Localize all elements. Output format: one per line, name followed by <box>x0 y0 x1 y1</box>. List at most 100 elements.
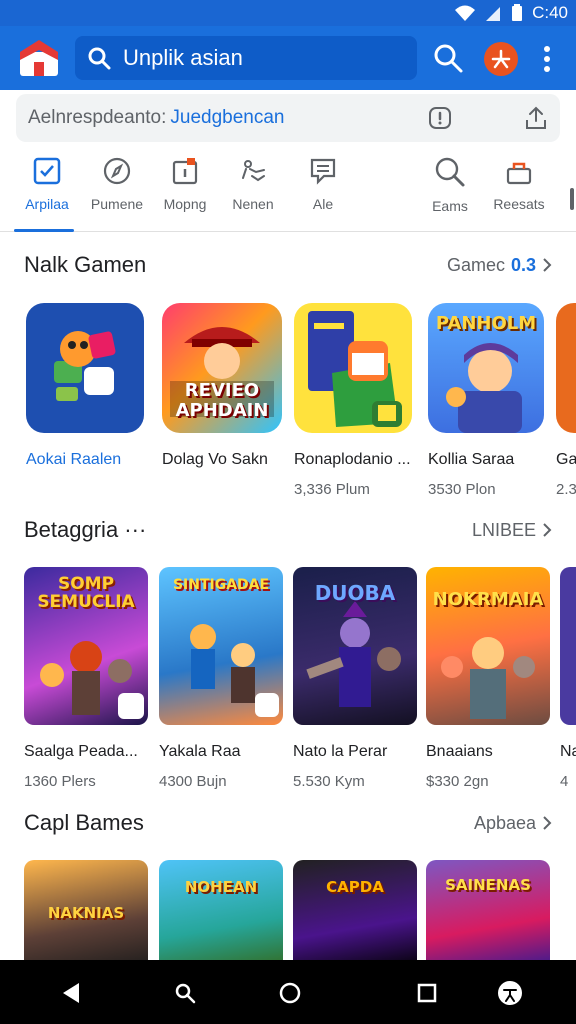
app-card[interactable]: DUOBA Nato la Perar 5.530 Kym <box>293 567 417 790</box>
app-name: Nato la Perar <box>293 743 388 760</box>
section-link-label: Apbaea <box>473 812 536 833</box>
tab-route[interactable]: Nenen <box>218 150 288 232</box>
square-icon <box>417 983 437 1003</box>
section-more-link[interactable]: Gamec 0.3 <box>447 255 552 276</box>
section-header: Betaggria ··· LNIBEE <box>24 515 552 545</box>
share-icon[interactable] <box>522 104 550 132</box>
tab-label: Pumene <box>90 196 144 212</box>
tab-bag[interactable]: Reesats <box>484 150 554 232</box>
calendar-icon <box>172 158 198 185</box>
document-icon <box>310 158 336 185</box>
game-cover-title: NOKRMAIA <box>432 589 544 610</box>
app-card[interactable]: SAINENAS <box>426 860 550 960</box>
section-title: Capl Bames <box>24 810 144 835</box>
game-cover: NOKRMAIA <box>426 567 550 725</box>
search-button-icon[interactable] <box>432 42 464 74</box>
tab-compass[interactable]: Pumene <box>82 150 152 232</box>
search-nav-button[interactable] <box>170 978 200 1008</box>
search-icon <box>175 983 196 1004</box>
address-link[interactable]: Juedgbencan <box>170 107 284 129</box>
recents-button[interactable] <box>412 978 442 1008</box>
app-icon: REVIEO APHDAIN <box>162 303 282 433</box>
app-card[interactable]: Ronaplodanio ... 3,336 Plum <box>294 303 412 498</box>
avatar[interactable] <box>484 42 518 76</box>
bag-icon <box>506 162 532 185</box>
section-title: Betaggria ··· <box>24 517 147 542</box>
info-icon[interactable] <box>428 106 452 130</box>
app-art-title: REVIEO APHDAIN <box>175 380 269 421</box>
signal-icon <box>486 7 501 21</box>
section-link-label: LNIBEE <box>471 519 536 540</box>
game-cover <box>560 567 576 725</box>
accessibility-button[interactable] <box>495 978 525 1008</box>
address-prefix: Aelnrespdeanto: <box>28 107 167 128</box>
app-card[interactable]: SOMP SEMUCLIA Saalga Peada... 1360 Plers <box>24 567 148 790</box>
app-meta: 4 <box>560 773 569 790</box>
app-meta: 4300 Bujn <box>159 773 227 790</box>
game-cover: DUOBA <box>293 567 417 725</box>
store-logo-icon[interactable] <box>18 38 60 78</box>
app-card[interactable]: CAPDA <box>293 860 417 960</box>
status-time: C:40 <box>532 3 568 22</box>
app-row-category: SOMP SEMUCLIA Saalga Peada... 1360 Plers… <box>0 567 576 792</box>
section-more-link[interactable]: LNIBEE <box>472 520 552 541</box>
app-card[interactable]: Ga 2.3 <box>556 303 576 498</box>
tab-calendar[interactable]: Mopng <box>150 150 220 232</box>
game-cover: CAPDA <box>293 860 417 960</box>
tab-document[interactable]: Ale <box>288 150 358 232</box>
chevron-right-icon <box>543 816 552 830</box>
game-cover: SOMP SEMUCLIA <box>24 567 148 725</box>
game-cover-title: NAKNIAS <box>47 904 125 922</box>
tab-label: Arpilaa <box>25 196 69 212</box>
game-cover-title: SOMP SEMUCLIA <box>37 574 135 612</box>
back-button[interactable] <box>56 978 86 1008</box>
app-meta: $330 2gn <box>426 773 489 790</box>
app-card[interactable]: Aokai Raalen <box>26 303 144 469</box>
game-cover-title: CAPDA <box>326 878 384 896</box>
chevron-right-icon <box>543 523 552 537</box>
accessibility-icon <box>498 981 522 1005</box>
app-card[interactable]: SINTIGADAE Yakala Raa 4300 Bujn <box>159 567 283 790</box>
tab-search[interactable]: Eams <box>415 150 485 232</box>
battery-icon <box>512 4 523 21</box>
section-link-label: Gamec <box>446 254 505 275</box>
compass-icon <box>103 157 131 185</box>
app-name: Yakala Raa <box>159 743 241 760</box>
app-name: Aokai Raalen <box>26 451 122 468</box>
tab-apps[interactable]: Arpilaa <box>12 150 82 232</box>
section-link-badge: 0.3 <box>510 254 536 275</box>
home-circle-icon <box>279 982 301 1004</box>
game-cover: SINTIGADAE <box>159 567 283 725</box>
app-icon <box>556 303 576 433</box>
section-header: Nalk Gamen Gamec 0.3 <box>24 250 552 280</box>
app-card[interactable]: NAKNIAS <box>24 860 148 960</box>
app-card[interactable]: NOHEAN <box>159 860 283 960</box>
app-name: Saalga Peada... <box>24 743 138 760</box>
app-card[interactable]: Na 4 <box>560 567 576 790</box>
app-card[interactable]: PANHOLM Kollia Saraa 3530 Plon <box>428 303 544 498</box>
home-button[interactable] <box>275 978 305 1008</box>
app-card[interactable]: NOKRMAIA Bnaaians $330 2gn <box>426 567 550 790</box>
tab-label: Mopng <box>163 196 207 212</box>
app-icon <box>26 303 144 433</box>
box-character-art <box>308 311 402 427</box>
game-cover-title: NOHEAN <box>184 878 258 896</box>
wifi-icon <box>455 5 476 21</box>
app-row-cap-games: NAKNIAS NOHEAN CAPDA SAINENAS <box>0 860 576 960</box>
game-cover: NAKNIAS <box>24 860 148 960</box>
app-name: Na <box>560 743 576 760</box>
search-box[interactable]: Unplik asian <box>75 36 417 80</box>
app-meta: 2.3 <box>556 481 576 498</box>
puzzle-app-icon <box>54 331 116 401</box>
chevron-right-icon <box>543 258 552 272</box>
game-cover-title: SAINENAS <box>445 876 531 894</box>
game-cover: NOHEAN <box>159 860 283 960</box>
app-meta: 3530 Plon <box>428 481 496 498</box>
game-cover: SAINENAS <box>426 860 550 960</box>
address-bar[interactable]: Aelnrespdeanto: Juedgbencan <box>16 94 560 142</box>
section-more-link[interactable]: Apbaea <box>474 813 552 834</box>
app-card[interactable]: REVIEO APHDAIN Dolag Vo Sakn <box>162 303 282 469</box>
more-vert-icon[interactable] <box>537 44 557 74</box>
system-nav-bar <box>0 960 576 1024</box>
app-name: Dolag Vo Sakn <box>162 451 268 468</box>
